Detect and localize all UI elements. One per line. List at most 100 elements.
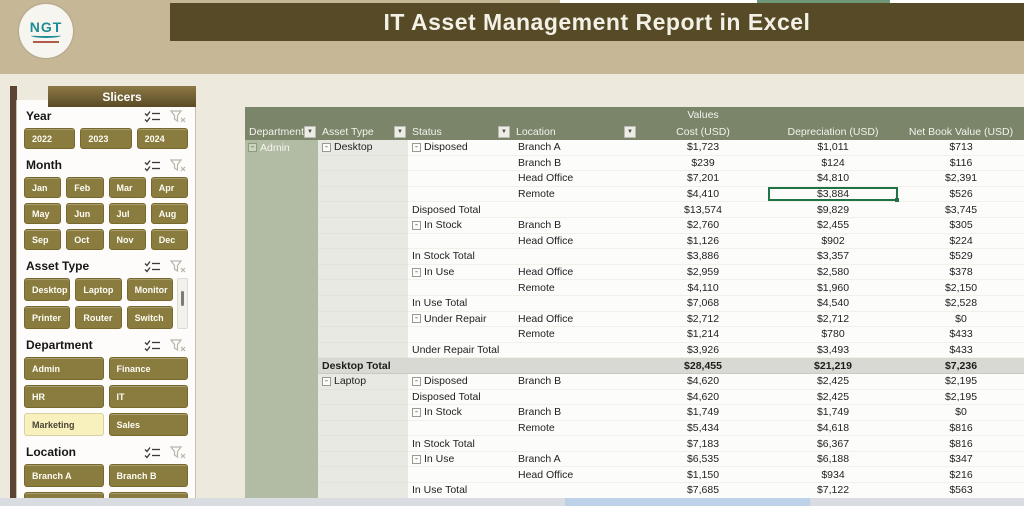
cell-department[interactable]: [245, 451, 318, 468]
cell-asset-type[interactable]: [318, 389, 408, 406]
cell-department[interactable]: [245, 311, 318, 328]
cell-net-book-value[interactable]: $526: [898, 187, 1024, 203]
cell-net-book-value[interactable]: $713: [898, 140, 1024, 156]
cell-depreciation[interactable]: $6,188: [768, 452, 898, 468]
clear-filter-icon[interactable]: [170, 445, 186, 459]
cell-depreciation[interactable]: $2,580: [768, 265, 898, 281]
slicer-button-aug[interactable]: Aug: [150, 203, 188, 224]
cell-asset-type[interactable]: [318, 342, 408, 359]
slicer-button-switch[interactable]: Switch: [126, 306, 173, 329]
cell-department[interactable]: [245, 436, 318, 452]
cell-status[interactable]: [408, 327, 512, 343]
cell-cost[interactable]: $1,214: [638, 327, 768, 343]
multi-select-icon[interactable]: [144, 446, 161, 459]
cell-location[interactable]: Branch B: [512, 218, 638, 234]
collapse-icon[interactable]: -: [412, 142, 421, 152]
cell-department[interactable]: [245, 358, 318, 374]
slicer-button-feb[interactable]: Feb: [66, 177, 104, 198]
cell-department[interactable]: [245, 389, 318, 406]
slicer-button-jul[interactable]: Jul: [108, 203, 146, 224]
cell-asset-type[interactable]: [318, 327, 408, 343]
cell-status[interactable]: [408, 187, 512, 203]
cell-cost[interactable]: $13,574: [638, 202, 768, 218]
cell-depreciation[interactable]: $7,122: [768, 483, 898, 499]
cell-cost[interactable]: $7,201: [638, 171, 768, 187]
cell-status[interactable]: In Use Total: [408, 483, 512, 499]
cell-net-book-value[interactable]: $816: [898, 421, 1024, 437]
slicer-button-marketing[interactable]: Marketing: [24, 413, 104, 436]
slicer-button-admin[interactable]: Admin: [24, 357, 104, 380]
cell-depreciation[interactable]: $934: [768, 467, 898, 484]
cell-asset-type[interactable]: [318, 202, 408, 218]
cell-status[interactable]: Disposed Total: [408, 202, 512, 218]
cell-location[interactable]: Remote: [512, 327, 638, 343]
cell-net-book-value[interactable]: $433: [898, 327, 1024, 343]
filter-dropdown-loc[interactable]: ▼: [624, 125, 636, 138]
cell-depreciation[interactable]: $4,810: [768, 171, 898, 187]
collapse-icon[interactable]: -: [412, 314, 421, 324]
cell-location[interactable]: [512, 202, 638, 218]
cell-cost[interactable]: $28,455: [638, 358, 768, 374]
cell-department[interactable]: [245, 264, 318, 281]
cell-cost[interactable]: $7,068: [638, 296, 768, 312]
cell-cost[interactable]: $1,749: [638, 405, 768, 421]
cell-location[interactable]: [512, 483, 638, 499]
slicer-button-printer[interactable]: Printer: [24, 306, 71, 329]
cell-cost[interactable]: $4,620: [638, 390, 768, 406]
cell-department[interactable]: [245, 295, 318, 312]
cell-cost[interactable]: $3,886: [638, 249, 768, 265]
cell-asset-type[interactable]: - Laptop: [318, 373, 408, 390]
cell-cost[interactable]: $5,434: [638, 421, 768, 437]
cell-depreciation[interactable]: $21,219: [768, 358, 898, 374]
slicer-asset-type-scrollbar[interactable]: [177, 278, 188, 329]
cell-net-book-value[interactable]: $347: [898, 452, 1024, 468]
filter-dropdown-dept[interactable]: ▼: [304, 125, 316, 138]
cell-depreciation[interactable]: $9,829: [768, 202, 898, 218]
cell-department[interactable]: [245, 217, 318, 234]
cell-asset-type[interactable]: [318, 264, 408, 281]
cell-cost[interactable]: $2,959: [638, 265, 768, 281]
cell-status[interactable]: - In Stock: [408, 218, 512, 234]
cell-location[interactable]: Remote: [512, 421, 638, 437]
cell-net-book-value[interactable]: $529: [898, 249, 1024, 265]
cell-location[interactable]: Branch B: [512, 156, 638, 172]
cell-location[interactable]: [512, 358, 638, 374]
cell-net-book-value[interactable]: $7,236: [898, 358, 1024, 374]
cell-net-book-value[interactable]: $305: [898, 218, 1024, 234]
cell-depreciation[interactable]: $2,455: [768, 218, 898, 234]
cell-department[interactable]: [245, 327, 318, 343]
cell-net-book-value[interactable]: $116: [898, 156, 1024, 172]
cell-depreciation[interactable]: $4,618: [768, 421, 898, 437]
cell-asset-type[interactable]: [318, 249, 408, 265]
cell-location[interactable]: Head Office: [512, 171, 638, 187]
clear-filter-icon[interactable]: [170, 338, 186, 352]
cell-asset-type[interactable]: [318, 467, 408, 484]
cell-depreciation[interactable]: $902: [768, 234, 898, 250]
cell-net-book-value[interactable]: $0: [898, 405, 1024, 421]
cell-location[interactable]: [512, 343, 638, 359]
cell-cost[interactable]: $2,712: [638, 312, 768, 328]
cell-status[interactable]: - Disposed: [408, 374, 512, 390]
cell-asset-type[interactable]: Desktop Total: [318, 358, 408, 374]
multi-select-icon[interactable]: [144, 260, 161, 273]
cell-cost[interactable]: $4,620: [638, 374, 768, 390]
cell-location[interactable]: Head Office: [512, 234, 638, 250]
cell-net-book-value[interactable]: $2,391: [898, 171, 1024, 187]
cell-location[interactable]: Remote: [512, 280, 638, 296]
scrollbar-thumb[interactable]: [181, 291, 184, 306]
collapse-icon[interactable]: -: [412, 454, 421, 464]
filter-dropdown-status[interactable]: ▼: [498, 125, 510, 138]
cell-asset-type[interactable]: - Desktop: [318, 140, 408, 156]
cell-depreciation[interactable]: $3,493: [768, 343, 898, 359]
cell-asset-type[interactable]: [318, 451, 408, 468]
cell-cost[interactable]: $1,723: [638, 140, 768, 156]
collapse-icon[interactable]: -: [412, 407, 421, 417]
cell-depreciation[interactable]: $1,011: [768, 140, 898, 156]
cell-department[interactable]: [245, 373, 318, 390]
cell-cost[interactable]: $4,110: [638, 280, 768, 296]
slicer-button-sep[interactable]: Sep: [24, 229, 62, 250]
slicer-button-mar[interactable]: Mar: [108, 177, 146, 198]
cell-depreciation[interactable]: $1,749: [768, 405, 898, 421]
cell-net-book-value[interactable]: $2,150: [898, 280, 1024, 296]
cell-depreciation[interactable]: $3,357: [768, 249, 898, 265]
